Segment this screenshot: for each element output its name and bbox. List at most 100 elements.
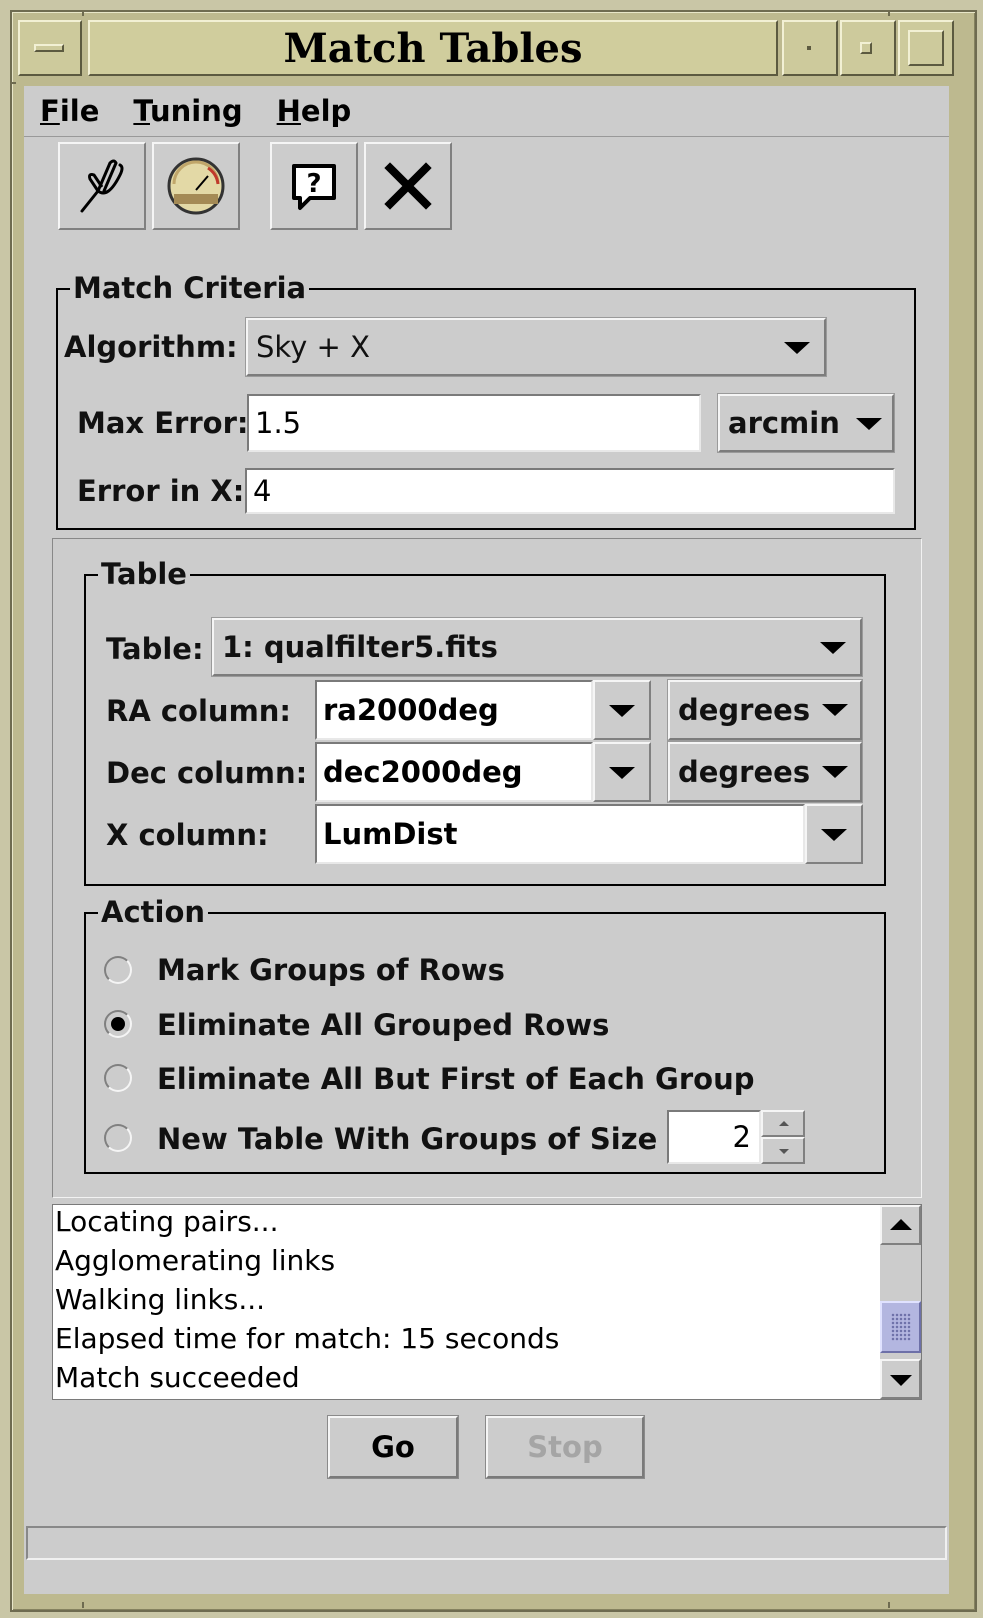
dec-unit-select[interactable]: degrees — [667, 741, 863, 803]
group-size-increment-button[interactable] — [761, 1110, 805, 1137]
title-bar[interactable]: Match Tables — [14, 14, 969, 82]
radio-dot-icon — [111, 1017, 125, 1031]
ra-column-label: RA column: — [106, 694, 292, 728]
radio-button-selected[interactable] — [104, 1010, 132, 1038]
window-menu-button[interactable] — [18, 20, 82, 76]
scroll-up-icon — [890, 1219, 912, 1230]
resize-notch — [888, 1602, 890, 1608]
ra-column-field[interactable]: ra2000deg — [315, 680, 593, 740]
table-label: Table: — [106, 632, 204, 666]
error-x-value: 4 — [253, 474, 272, 508]
resize-notch — [10, 82, 16, 84]
dec-column-label: Dec column: — [106, 756, 308, 790]
radio-button[interactable] — [104, 1124, 132, 1152]
chevron-down-icon — [609, 705, 635, 717]
stop-button[interactable]: Stop — [485, 1415, 645, 1479]
error-x-field[interactable]: 4 — [245, 468, 895, 514]
algorithm-select[interactable]: Sky + X — [245, 317, 827, 377]
max-error-unit-value: arcmin — [728, 406, 840, 440]
spinner-down-icon — [779, 1149, 789, 1154]
gauge-icon — [167, 157, 225, 215]
chevron-down-icon — [822, 704, 848, 716]
ra-column-dropdown-button[interactable] — [593, 680, 651, 740]
table-value: 1: qualfilter5.fits — [222, 630, 498, 664]
close-window-button[interactable] — [898, 20, 954, 76]
group-size-decrement-button[interactable] — [761, 1137, 805, 1164]
x-column-dropdown-button[interactable] — [805, 804, 863, 864]
svg-text:?: ? — [306, 169, 321, 199]
maximize-button[interactable] — [840, 20, 896, 76]
menu-bar: File Tuning Help — [24, 86, 949, 137]
radio-button[interactable] — [104, 956, 132, 984]
x-column-value: LumDist — [323, 817, 458, 851]
radio-label: Mark Groups of Rows — [157, 953, 505, 987]
gauge-button[interactable] — [152, 142, 240, 230]
max-error-unit-select[interactable]: arcmin — [717, 393, 895, 453]
log-line: Agglomerating links — [55, 1244, 336, 1277]
menu-tuning[interactable]: Tuning — [133, 94, 242, 128]
dec-column-field[interactable]: dec2000deg — [315, 742, 593, 802]
log-line: Locating pairs... — [55, 1205, 279, 1238]
resize-notch — [888, 10, 890, 16]
algorithm-value: Sky + X — [256, 330, 370, 364]
window-menu-icon — [34, 44, 64, 52]
close-icon — [384, 162, 432, 210]
minimize-icon — [807, 46, 811, 50]
chevron-down-icon — [609, 767, 635, 779]
dec-column-dropdown-button[interactable] — [593, 742, 651, 802]
go-button[interactable]: Go — [327, 1415, 459, 1479]
log-output[interactable]: Locating pairs... Agglomerating links Wa… — [52, 1204, 922, 1400]
dec-column-value: dec2000deg — [323, 755, 523, 789]
max-error-label: Max Error: — [77, 406, 249, 440]
resize-notch — [82, 1602, 84, 1608]
help-icon: ? — [292, 164, 336, 210]
ra-unit-value: degrees — [678, 693, 811, 727]
table-select[interactable]: 1: qualfilter5.fits — [211, 617, 863, 677]
algorithm-label: Algorithm: — [64, 330, 238, 364]
log-line: Elapsed time for match: 15 seconds — [55, 1322, 560, 1355]
resize-notch — [82, 10, 84, 16]
radio-button[interactable] — [104, 1064, 132, 1092]
dialog-content: File Tuning Help ? Match Criteria Algori… — [24, 86, 949, 1594]
chevron-down-icon — [856, 418, 882, 430]
chevron-down-icon — [822, 766, 848, 778]
max-error-field[interactable]: 1.5 — [247, 394, 701, 452]
group-size-field[interactable]: 2 — [667, 1110, 761, 1164]
log-scrollbar[interactable] — [880, 1205, 921, 1399]
tuning-button[interactable] — [58, 142, 146, 230]
chevron-down-icon — [784, 342, 810, 354]
radio-label: New Table With Groups of Size — [157, 1122, 658, 1156]
radio-label: Eliminate All But First of Each Group — [157, 1062, 755, 1096]
window-title: Match Tables — [88, 20, 778, 76]
log-line: Walking links... — [55, 1283, 266, 1316]
minimize-button[interactable] — [782, 20, 838, 76]
match-criteria-legend: Match Criteria — [70, 272, 310, 304]
help-button[interactable]: ? — [270, 142, 358, 230]
log-line: Match succeeded — [55, 1361, 300, 1394]
scroll-down-icon — [890, 1375, 912, 1386]
menu-help[interactable]: Help — [277, 94, 352, 128]
maximize-icon — [860, 42, 872, 54]
x-column-label: X column: — [106, 818, 269, 852]
close-button[interactable] — [364, 142, 452, 230]
spinner-up-icon — [779, 1121, 789, 1126]
group-size-value: 2 — [732, 1120, 751, 1154]
scroll-thumb[interactable] — [880, 1301, 921, 1353]
error-x-label: Error in X: — [77, 474, 245, 508]
x-column-field[interactable]: LumDist — [315, 804, 805, 864]
chevron-down-icon — [820, 642, 846, 654]
max-error-value: 1.5 — [255, 406, 302, 440]
grip-icon — [891, 1313, 911, 1341]
table-legend: Table — [98, 558, 190, 590]
scroll-up-button[interactable] — [880, 1205, 921, 1245]
ra-column-value: ra2000deg — [323, 693, 499, 727]
frame-icon — [908, 30, 944, 66]
tuning-fork-icon — [80, 159, 124, 213]
dec-unit-value: degrees — [678, 755, 811, 789]
radio-label: Eliminate All Grouped Rows — [157, 1008, 610, 1042]
action-legend: Action — [98, 896, 209, 928]
scroll-down-button[interactable] — [880, 1359, 921, 1399]
ra-unit-select[interactable]: degrees — [667, 679, 863, 741]
chevron-down-icon — [821, 829, 847, 841]
menu-file[interactable]: File — [40, 94, 99, 128]
